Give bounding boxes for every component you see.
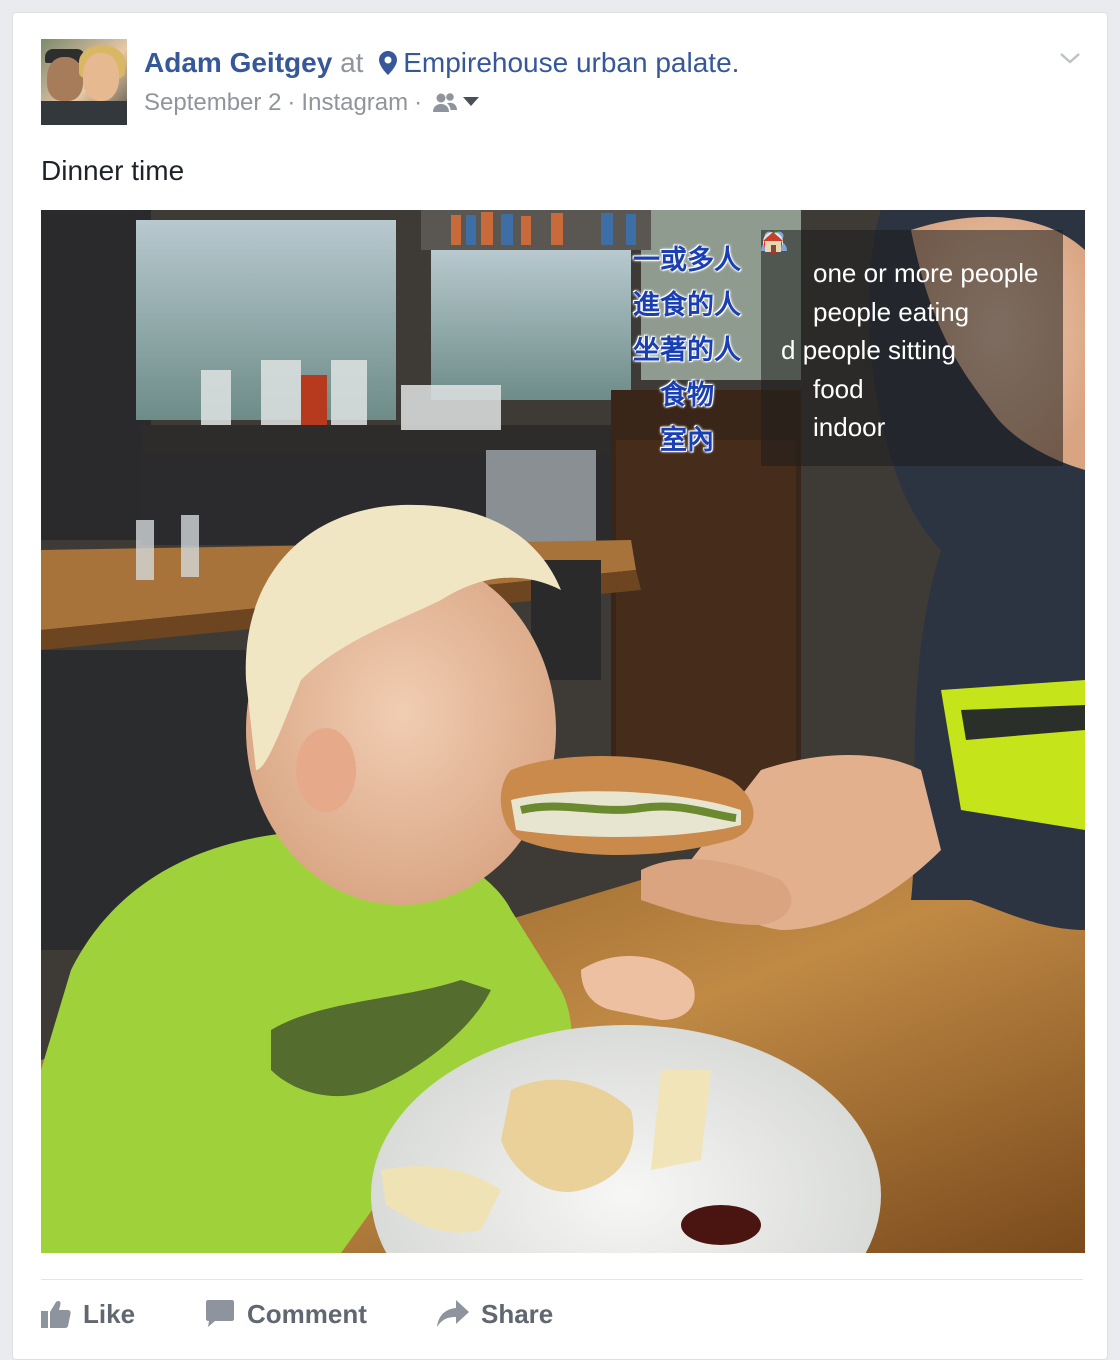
tag-zh: 室內 xyxy=(660,425,714,456)
tag-en-row: one or more people xyxy=(761,231,1063,293)
post-header: Adam Geitgey at Empirehouse urban palate… xyxy=(144,45,739,81)
tag-zh: 坐著的人 xyxy=(633,335,741,366)
tag-en-row: indoor xyxy=(763,232,1063,447)
chevron-down-icon[interactable] xyxy=(1059,47,1081,69)
post-date[interactable]: September 2 xyxy=(144,89,281,116)
location-pin-icon xyxy=(379,51,398,75)
comment-icon xyxy=(206,1300,234,1327)
tags-zh: 一或多人 進食的人 坐著的人 食物 室內 xyxy=(613,238,761,463)
avatar[interactable] xyxy=(41,39,127,125)
tag-en-row: people eating xyxy=(763,232,1063,332)
like-button[interactable]: Like xyxy=(41,1296,135,1332)
at-text: at xyxy=(340,47,364,78)
comment-button[interactable]: Comment xyxy=(205,1296,367,1332)
house-icon xyxy=(763,232,783,252)
share-button[interactable]: Share xyxy=(437,1296,553,1332)
tag-zh: 進食的人 xyxy=(633,290,741,321)
post-source[interactable]: Instagram xyxy=(301,89,408,116)
tags-en-panel: one or more people people eating d peopl… xyxy=(761,230,1063,466)
tag-en-row: d people sitting xyxy=(781,335,956,365)
post-card: Adam Geitgey at Empirehouse urban palate… xyxy=(12,12,1108,1360)
place-link[interactable]: Empirehouse urban palate. xyxy=(403,47,739,78)
tag-en-row: food xyxy=(764,230,1063,409)
author-link[interactable]: Adam Geitgey xyxy=(144,47,332,78)
thumbs-up-icon xyxy=(41,1300,71,1328)
tag-zh: 一或多人 xyxy=(633,245,741,276)
friends-icon[interactable] xyxy=(432,92,458,114)
share-icon xyxy=(437,1300,469,1327)
post-photo[interactable]: 一或多人 進食的人 坐著的人 食物 室內 one or more people … xyxy=(41,210,1085,1253)
caret-down-icon[interactable] xyxy=(462,96,480,108)
tag-zh: 食物 xyxy=(660,380,714,411)
post-meta: September 2 · Instagram · xyxy=(144,87,480,119)
divider xyxy=(41,1279,1083,1280)
post-text: Dinner time xyxy=(41,155,185,186)
